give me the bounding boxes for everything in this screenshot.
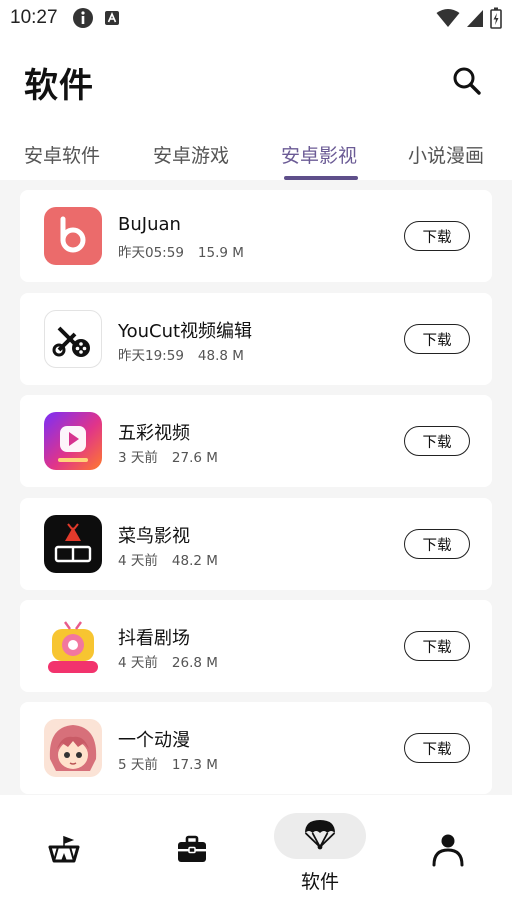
- bottom-nav: 软件: [0, 795, 512, 910]
- list-item[interactable]: 抖看剧场 4 天前 26.8 M 下载: [20, 600, 492, 692]
- header: 软件: [0, 36, 512, 128]
- nav-item-profile[interactable]: [384, 795, 512, 910]
- app-meta: 3 天前 27.6 M: [118, 446, 218, 466]
- app-updated-time: 4 天前: [118, 553, 158, 569]
- app-name: BuJuan: [118, 214, 181, 235]
- notification-app-icon: [104, 11, 119, 25]
- cainiao-video-icon: [44, 515, 102, 573]
- info-icon: [72, 8, 93, 28]
- youcut-icon: [44, 310, 102, 368]
- category-tabs: 安卓软件 安卓游戏 安卓影视 小说漫画: [0, 128, 512, 180]
- app-size: 48.8 M: [197, 348, 244, 364]
- app-name: 一个动漫: [118, 730, 190, 751]
- list-item[interactable]: YouCut视频编辑 昨天19:59 48.8 M 下载: [20, 293, 492, 385]
- app-list[interactable]: BuJuan 昨天05:59 15.9 M 下载 YouCut视频编辑 昨天19:…: [0, 180, 512, 795]
- tab-android-video[interactable]: 安卓影视: [281, 128, 361, 180]
- app-name: 五彩视频: [118, 423, 190, 444]
- nav-label: 软件: [300, 871, 339, 893]
- tab-label: 小说漫画: [408, 145, 485, 167]
- cell-signal-icon: [467, 10, 483, 27]
- app-meta: 4 天前 26.8 M: [118, 651, 218, 671]
- app-size: 27.6 M: [171, 450, 218, 466]
- tab-android-games[interactable]: 安卓游戏: [153, 128, 233, 168]
- list-item[interactable]: BuJuan 昨天05:59 15.9 M 下载: [20, 190, 492, 282]
- app-updated-time: 4 天前: [118, 655, 158, 671]
- nav-item-home[interactable]: [0, 795, 128, 910]
- nav-item-software[interactable]: 软件: [256, 795, 384, 910]
- app-size: 48.2 M: [171, 553, 218, 569]
- download-button[interactable]: 下载: [404, 221, 470, 251]
- app-name: YouCut视频编辑: [118, 321, 253, 342]
- bujuan-icon: [44, 207, 102, 265]
- tent-icon: [48, 835, 80, 863]
- app-name: 抖看剧场: [118, 628, 190, 649]
- download-button[interactable]: 下载: [404, 529, 470, 559]
- download-button[interactable]: 下载: [404, 324, 470, 354]
- parachute-icon: [304, 820, 336, 850]
- app-updated-time: 3 天前: [118, 450, 158, 466]
- app-updated-time: 5 天前: [118, 757, 158, 773]
- app-size: 26.8 M: [171, 655, 218, 671]
- status-icons-left: [72, 7, 120, 29]
- nav-item-toolbox[interactable]: [128, 795, 256, 910]
- wucai-video-icon: [44, 412, 102, 470]
- search-icon: [453, 67, 481, 95]
- app-updated-time: 昨天19:59: [118, 348, 184, 364]
- download-button[interactable]: 下载: [404, 426, 470, 456]
- anime-icon: [44, 719, 102, 777]
- list-item[interactable]: 一个动漫 5 天前 17.3 M 下载: [20, 702, 492, 794]
- app-name: 菜鸟影视: [118, 526, 190, 547]
- tab-label: 安卓游戏: [153, 145, 230, 167]
- app-size: 15.9 M: [197, 245, 244, 261]
- status-time: 10:27: [10, 7, 58, 28]
- wifi-icon: [436, 9, 460, 27]
- list-item[interactable]: 菜鸟影视 4 天前 48.2 M 下载: [20, 498, 492, 590]
- app-meta: 昨天19:59 48.8 M: [118, 344, 244, 364]
- tab-android-software[interactable]: 安卓软件: [24, 128, 104, 168]
- tab-label: 安卓影视: [281, 145, 358, 167]
- briefcase-icon: [178, 835, 206, 862]
- tab-label: 安卓软件: [24, 145, 101, 167]
- app-meta: 5 天前 17.3 M: [118, 753, 218, 773]
- app-size: 17.3 M: [171, 757, 218, 773]
- page-title: 软件: [24, 65, 94, 106]
- app-meta: 昨天05:59 15.9 M: [118, 241, 244, 261]
- app-updated-time: 昨天05:59: [118, 245, 184, 261]
- download-button[interactable]: 下载: [404, 733, 470, 763]
- tab-novels-comics[interactable]: 小说漫画: [408, 128, 488, 168]
- download-button[interactable]: 下载: [404, 631, 470, 661]
- doukan-theater-icon: [44, 617, 102, 675]
- list-item[interactable]: 五彩视频 3 天前 27.6 M 下载: [20, 395, 492, 487]
- person-icon: [432, 834, 464, 867]
- search-button[interactable]: [450, 64, 484, 98]
- app-meta: 4 天前 48.2 M: [118, 549, 218, 569]
- battery-icon: [490, 7, 502, 29]
- status-bar: 10:27: [0, 0, 512, 36]
- status-icons-right: [436, 7, 502, 29]
